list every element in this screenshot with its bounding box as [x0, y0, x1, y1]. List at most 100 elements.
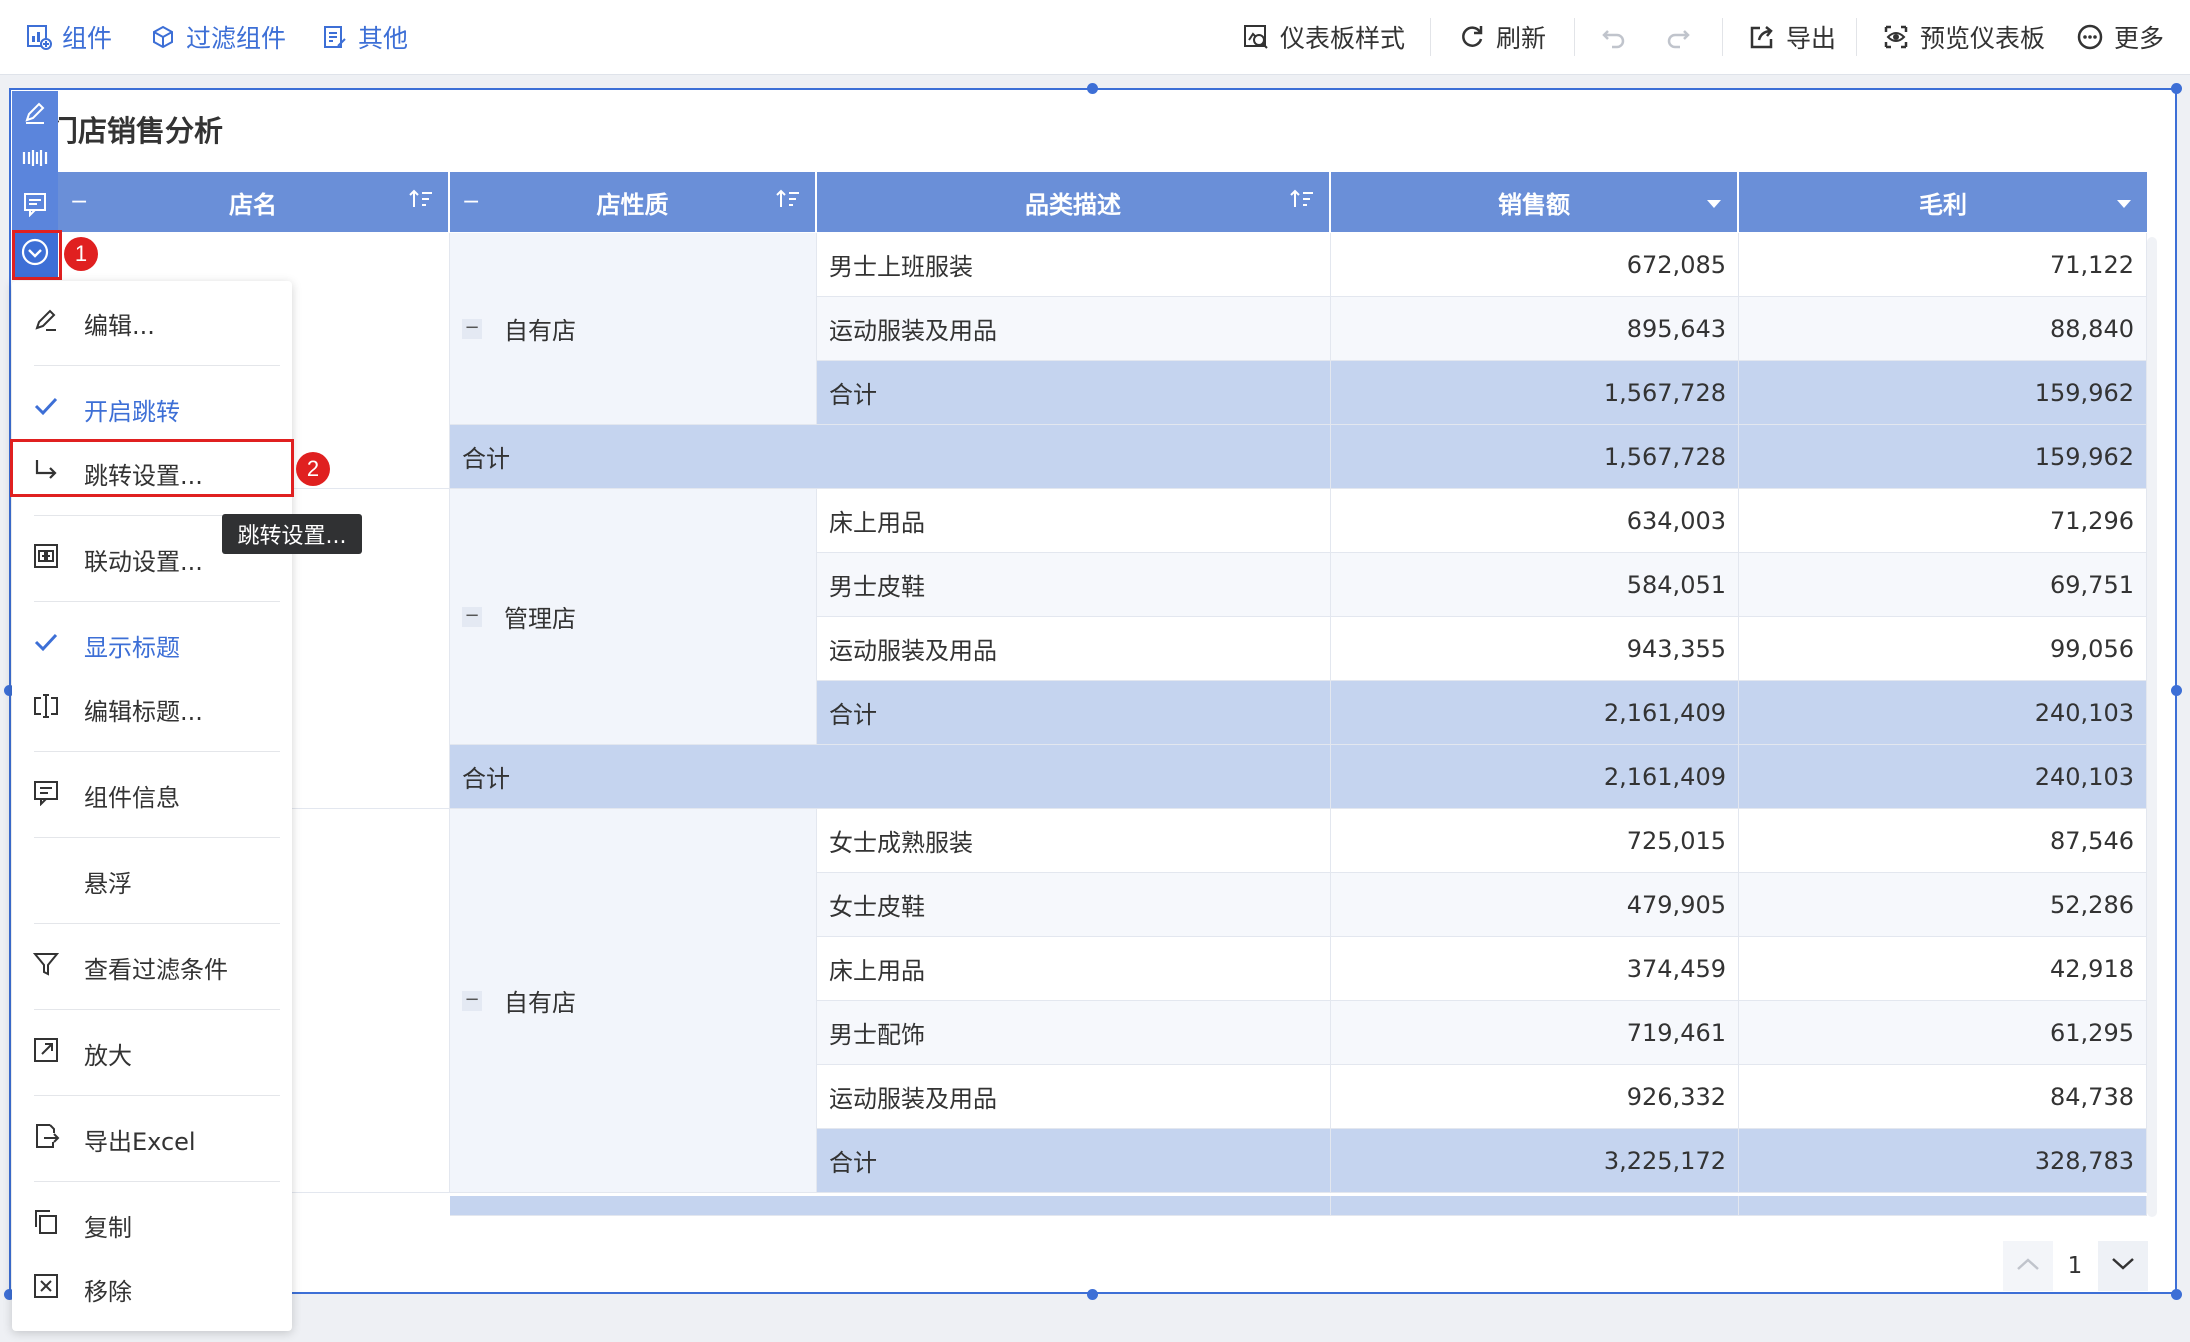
menu-item-export-excel[interactable]: 导出Excel — [12, 1113, 292, 1165]
category-cell[interactable]: 床上用品 — [817, 937, 1331, 1001]
collapse-icon[interactable]: − — [462, 190, 480, 215]
collapse-icon[interactable]: − — [462, 318, 482, 339]
sales-cell[interactable]: 943,355 — [1331, 617, 1739, 681]
profit-cell[interactable]: 87,546 — [1739, 809, 2147, 873]
category-cell[interactable]: 合计 — [817, 681, 1331, 745]
profit-cell[interactable]: 99,056 — [1739, 617, 2147, 681]
vertical-scrollbar[interactable] — [2147, 237, 2157, 1217]
profit-cell[interactable]: 159,962 — [1739, 361, 2147, 425]
subtotal-sales-cell[interactable] — [1331, 1196, 1739, 1216]
profit-cell[interactable]: 88,840 — [1739, 297, 2147, 361]
menu-item-view-filter[interactable]: 查看过滤条件 — [12, 941, 292, 993]
menu-item-widget-info[interactable]: 组件信息 — [12, 769, 292, 821]
sales-cell[interactable]: 634,003 — [1331, 489, 1739, 553]
profit-cell[interactable]: 84,738 — [1739, 1065, 2147, 1129]
profit-cell[interactable]: 52,286 — [1739, 873, 2147, 937]
sales-cell[interactable]: 2,161,409 — [1331, 681, 1739, 745]
jump-link-button[interactable] — [12, 137, 58, 183]
profit-cell[interactable]: 328,783 — [1739, 1129, 2147, 1193]
category-cell[interactable]: 床上用品 — [817, 489, 1331, 553]
store-nature-cell[interactable]: − 自有店 — [450, 809, 817, 1193]
resize-handle-right[interactable] — [2171, 685, 2182, 696]
page-down-button[interactable] — [2098, 1241, 2148, 1291]
menu-item-show-title[interactable]: 显示标题 — [12, 619, 292, 671]
sales-cell[interactable]: 1,567,728 — [1331, 361, 1739, 425]
sales-cell[interactable]: 725,015 — [1331, 809, 1739, 873]
profit-cell[interactable]: 71,122 — [1739, 233, 2147, 297]
category-cell[interactable]: 女士皮鞋 — [817, 873, 1331, 937]
resize-handle-bottom[interactable] — [1087, 1289, 1098, 1300]
collapse-icon[interactable]: − — [70, 190, 88, 215]
filter-widget-button[interactable]: 过滤组件 — [150, 0, 286, 74]
collapse-icon[interactable]: − — [462, 606, 482, 627]
sales-cell[interactable]: 374,459 — [1331, 937, 1739, 1001]
category-text: 床上用品 — [829, 957, 925, 985]
subtotal-profit-cell[interactable]: 159,962 — [1739, 425, 2147, 489]
edit-widget-button[interactable] — [12, 91, 58, 137]
more-button[interactable]: 更多 — [2076, 0, 2164, 74]
category-cell[interactable]: 男士上班服装 — [817, 233, 1331, 297]
subtotal-cell[interactable]: 合计 — [450, 425, 1331, 489]
column-header[interactable]: 毛利 — [1739, 172, 2147, 232]
sort-icon[interactable] — [775, 188, 801, 216]
preview-dashboard-button[interactable]: 预览仪表板 — [1882, 0, 2045, 74]
refresh-button[interactable]: 刷新 — [1458, 0, 1546, 74]
store-nature-cell[interactable]: − 管理店 — [450, 489, 817, 745]
dashboard-style-button[interactable]: 仪表板样式 — [1242, 0, 1405, 74]
profit-cell[interactable]: 71,296 — [1739, 489, 2147, 553]
category-cell[interactable]: 运动服装及用品 — [817, 1065, 1331, 1129]
page-up-button[interactable] — [2003, 1241, 2053, 1291]
resize-handle-bottom-right[interactable] — [2171, 1289, 2182, 1300]
sales-cell[interactable]: 479,905 — [1331, 873, 1739, 937]
category-cell[interactable]: 运动服装及用品 — [817, 617, 1331, 681]
menu-item-edit[interactable]: 编辑... — [12, 297, 292, 349]
redo-button[interactable] — [1664, 0, 1692, 74]
category-cell[interactable]: 合计 — [817, 361, 1331, 425]
dropdown-arrow-icon[interactable] — [2115, 188, 2133, 216]
sales-cell[interactable]: 672,085 — [1331, 233, 1739, 297]
column-header[interactable]: 销售额 — [1331, 172, 1739, 232]
menu-item-float[interactable]: 悬浮 — [12, 855, 292, 907]
collapse-icon[interactable]: − — [462, 990, 482, 1011]
menu-divider — [34, 1009, 280, 1010]
sales-cell[interactable]: 719,461 — [1331, 1001, 1739, 1065]
menu-item-remove[interactable]: 移除 — [12, 1263, 292, 1315]
menu-item-copy[interactable]: 复制 — [12, 1199, 292, 1251]
category-cell[interactable]: 男士皮鞋 — [817, 553, 1331, 617]
export-button[interactable]: 导出 — [1748, 0, 1836, 74]
category-cell[interactable]: 合计 — [817, 1129, 1331, 1193]
profit-cell[interactable]: 61,295 — [1739, 1001, 2147, 1065]
profit-cell[interactable]: 69,751 — [1739, 553, 2147, 617]
category-cell[interactable]: 运动服装及用品 — [817, 297, 1331, 361]
widget-info-button[interactable] — [12, 183, 58, 229]
subtotal-cell[interactable] — [450, 1196, 1331, 1216]
profit-cell[interactable]: 240,103 — [1739, 681, 2147, 745]
resize-handle-top-right[interactable] — [2171, 83, 2182, 94]
subtotal-sales-cell[interactable]: 1,567,728 — [1331, 425, 1739, 489]
sort-icon[interactable] — [1289, 188, 1315, 216]
sales-cell[interactable]: 926,332 — [1331, 1065, 1739, 1129]
sort-icon[interactable] — [408, 188, 434, 216]
subtotal-sales-cell[interactable]: 2,161,409 — [1331, 745, 1739, 809]
other-widget-button[interactable]: 其他 — [322, 0, 408, 74]
menu-item-edit-title[interactable]: 编辑标题... — [12, 683, 292, 735]
subtotal-profit-cell[interactable]: 240,103 — [1739, 745, 2147, 809]
undo-button[interactable] — [1600, 0, 1628, 74]
subtotal-profit-cell[interactable] — [1739, 1196, 2147, 1216]
sales-cell[interactable]: 895,643 — [1331, 297, 1739, 361]
add-widget-button[interactable]: 组件 — [26, 0, 112, 74]
category-cell[interactable]: 男士配饰 — [817, 1001, 1331, 1065]
sales-cell[interactable]: 3,225,172 — [1331, 1129, 1739, 1193]
menu-item-zoom[interactable]: 放大 — [12, 1027, 292, 1079]
store-nature-cell[interactable]: − 自有店 — [450, 233, 817, 425]
subtotal-cell[interactable]: 合计 — [450, 745, 1331, 809]
resize-handle-top[interactable] — [1087, 83, 1098, 94]
category-cell[interactable]: 女士成熟服装 — [817, 809, 1331, 873]
profit-cell[interactable]: 42,918 — [1739, 937, 2147, 1001]
sales-cell[interactable]: 584,051 — [1331, 553, 1739, 617]
menu-item-enable-jump[interactable]: 开启跳转 — [12, 383, 292, 435]
dropdown-arrow-icon[interactable] — [1705, 188, 1723, 216]
column-header[interactable]: 店名 − — [58, 172, 450, 232]
column-header[interactable]: 品类描述 — [817, 172, 1331, 232]
column-header[interactable]: 店性质 − — [450, 172, 817, 232]
